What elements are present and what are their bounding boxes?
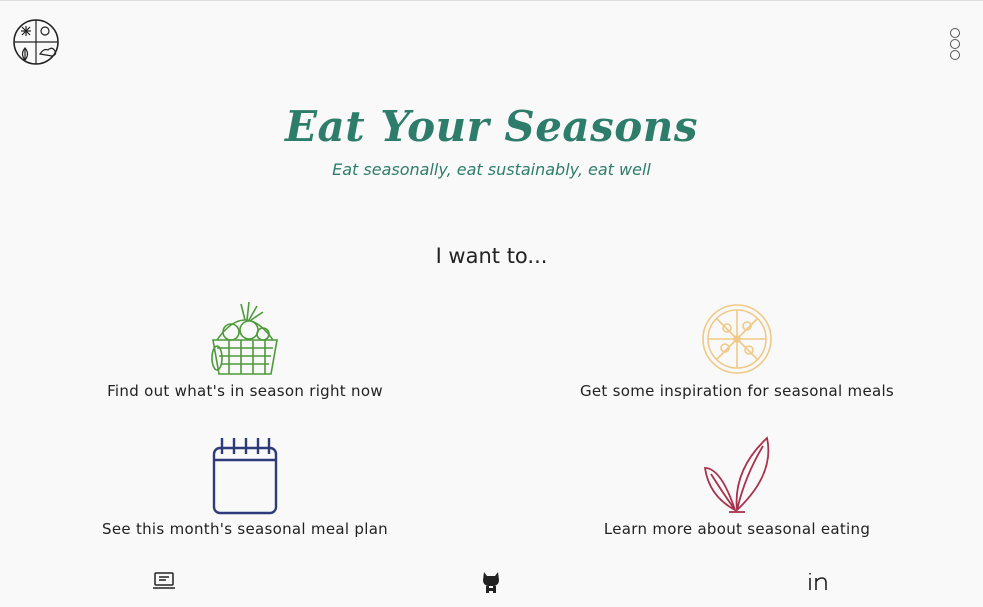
site-title: Eat Your Seasons [285,102,698,151]
menu-button[interactable] [946,28,964,60]
option-learn-more[interactable]: Learn more about seasonal eating [537,434,937,538]
linkedin-icon[interactable] [806,568,832,594]
option-label: Learn more about seasonal eating [603,520,871,538]
pizza-icon [702,304,772,374]
site-tagline: Eat seasonally, eat sustainably, eat wel… [332,160,651,179]
laptop-icon[interactable] [151,568,177,594]
option-meal-plan[interactable]: See this month's seasonal meal plan [45,434,445,538]
menu-dot [950,39,960,49]
option-label: See this month's seasonal meal plan [102,520,388,538]
calendar-icon [212,438,278,515]
seasons-wheel-icon[interactable] [12,18,60,66]
github-cat-icon[interactable] [478,568,504,594]
option-label: Find out what's in season right now [107,382,383,400]
option-in-season[interactable]: Find out what's in season right now [45,296,445,400]
menu-dot [950,50,960,60]
menu-dot [950,28,960,38]
top-border [0,0,983,1]
option-meal-inspiration[interactable]: Get some inspiration for seasonal meals [537,296,937,400]
options-prompt: I want to... [435,244,548,268]
option-label: Get some inspiration for seasonal meals [579,382,895,400]
produce-basket-icon [211,301,278,375]
leaf-sprout-icon [703,436,770,513]
